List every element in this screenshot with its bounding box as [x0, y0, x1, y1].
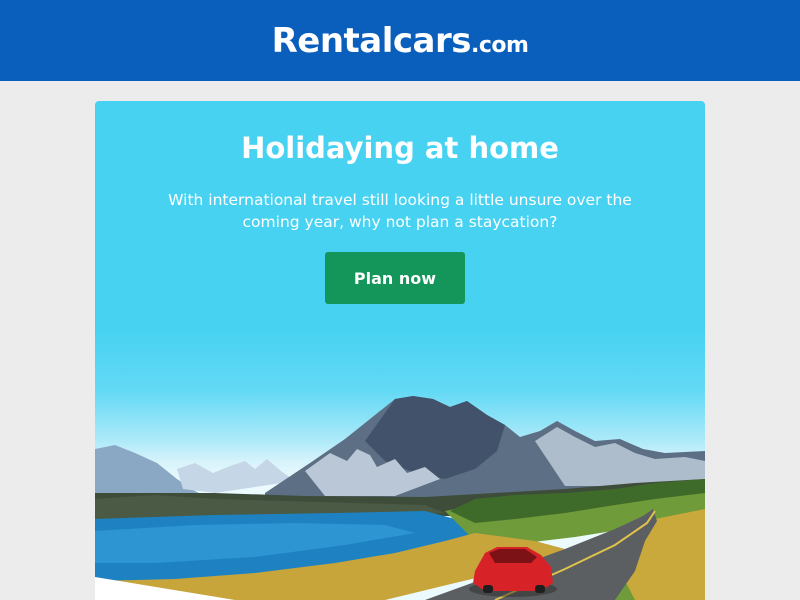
rentalcars-logo[interactable]: Rentalcars .com: [272, 21, 529, 61]
logo-tld-text: .com: [470, 32, 529, 58]
plan-now-button[interactable]: Plan now: [325, 252, 465, 304]
hero-subtitle: With international travel still looking …: [168, 191, 632, 231]
logo-main-text: Rentalcars: [271, 20, 472, 61]
hero-title: Holidaying at home: [241, 131, 559, 165]
email-header: Rentalcars .com: [0, 0, 800, 81]
hero-card: Holidaying at home With international tr…: [95, 101, 705, 600]
landscape-image: [95, 396, 705, 600]
